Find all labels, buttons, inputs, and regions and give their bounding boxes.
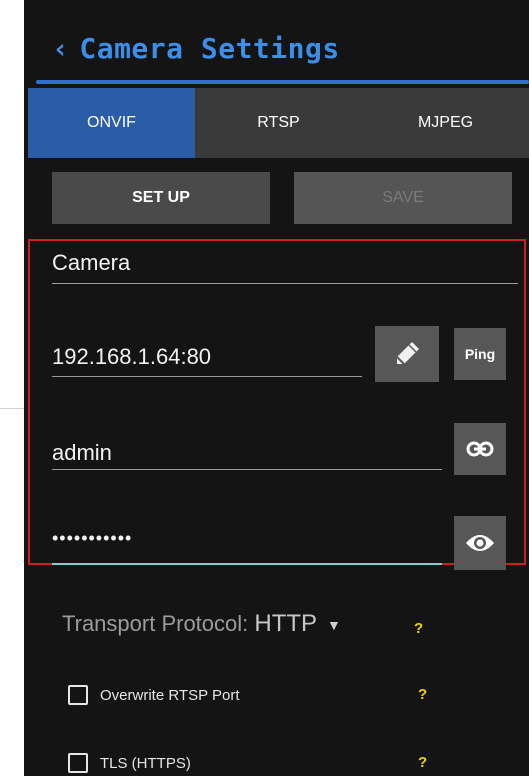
divider	[0, 408, 24, 409]
back-chevron-icon: ‹	[52, 32, 70, 65]
transport-protocol-label: Transport Protocol:	[62, 611, 255, 636]
pencil-icon	[396, 342, 419, 365]
background-strip	[0, 0, 24, 776]
eye-icon	[466, 535, 494, 551]
overwrite-rtsp-port-checkbox[interactable]	[68, 685, 88, 705]
transport-protocol-value: HTTP	[254, 610, 318, 637]
password-underline	[52, 563, 442, 565]
username-field[interactable]: admin	[52, 440, 112, 466]
tls-https-option[interactable]: TLS (HTTPS)	[68, 748, 191, 776]
tab-mjpeg[interactable]: MJPEG	[362, 88, 529, 158]
transport-protocol-dropdown[interactable]: Transport Protocol: HTTP ▼	[62, 610, 341, 638]
protocol-tabs: ONVIF RTSP MJPEG	[28, 88, 529, 158]
address-field[interactable]: 192.168.1.64:80	[52, 344, 211, 370]
transport-help-icon[interactable]: ?	[414, 620, 423, 637]
address-underline	[52, 376, 362, 377]
setup-button[interactable]: SET UP	[52, 172, 270, 224]
link-icon	[466, 441, 494, 457]
username-underline	[52, 469, 442, 470]
camera-name-field[interactable]: Camera	[52, 250, 130, 276]
tls-https-label: TLS (HTTPS)	[100, 754, 191, 772]
app-screen: ‹ Camera Settings ONVIF RTSP MJPEG SET UP…	[24, 0, 529, 776]
overwrite-rtsp-port-label: Overwrite RTSP Port	[100, 686, 240, 704]
password-field[interactable]: •••••••••••	[52, 528, 132, 549]
back-button[interactable]: ‹ Camera Settings	[52, 32, 340, 65]
overwrite-rtsp-help-icon[interactable]: ?	[418, 686, 427, 703]
header-divider	[36, 80, 529, 84]
caret-down-icon: ▼	[327, 617, 341, 634]
save-button[interactable]: SAVE	[294, 172, 512, 224]
ping-button[interactable]: Ping	[454, 328, 506, 380]
tls-help-icon[interactable]: ?	[418, 754, 427, 771]
connection-form	[28, 239, 526, 565]
overwrite-rtsp-port-option[interactable]: Overwrite RTSP Port	[68, 680, 239, 710]
reveal-password-button[interactable]	[454, 516, 506, 570]
edit-address-button[interactable]	[375, 326, 439, 382]
ping-label: Ping	[464, 346, 496, 362]
page-title: Camera Settings	[79, 32, 340, 65]
tab-rtsp[interactable]: RTSP	[195, 88, 362, 158]
app-header: ‹ Camera Settings	[24, 0, 529, 88]
link-button[interactable]	[454, 423, 506, 475]
tls-https-checkbox[interactable]	[68, 753, 88, 773]
camera-name-underline	[52, 283, 518, 284]
tab-onvif[interactable]: ONVIF	[28, 88, 195, 158]
